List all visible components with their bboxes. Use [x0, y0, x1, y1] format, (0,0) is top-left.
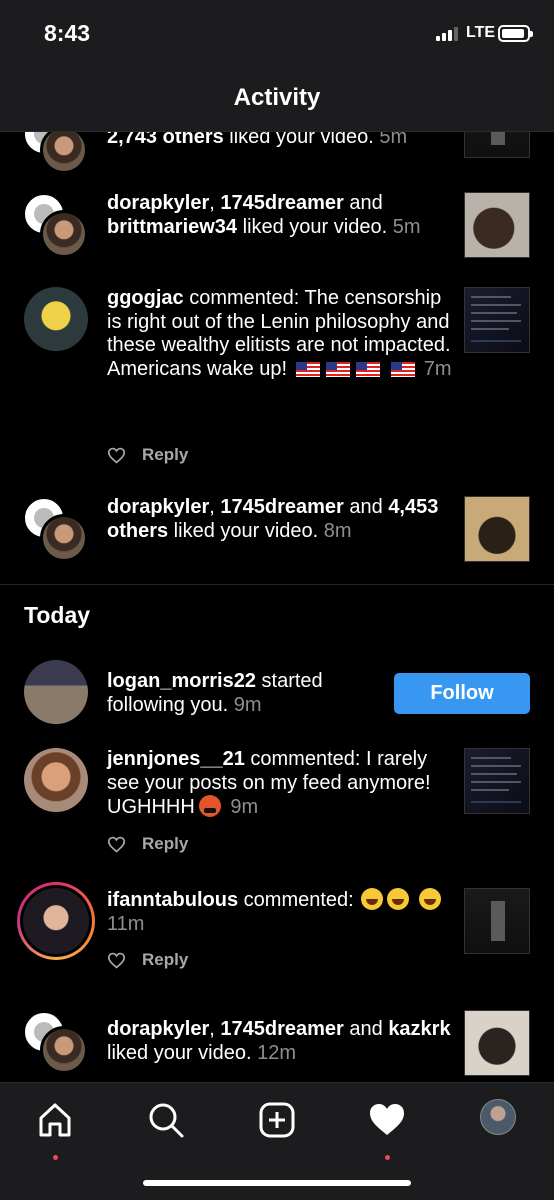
activity-text: ifanntabulous commented: 11m: [107, 888, 452, 936]
story-ring-avatar[interactable]: [17, 882, 95, 960]
reply-row[interactable]: Reply: [107, 445, 188, 465]
network-label: LTE: [466, 24, 496, 41]
notification-dot: [53, 1155, 58, 1160]
username-link[interactable]: 1745dreamer: [220, 1018, 343, 1040]
timestamp: 5m: [392, 215, 421, 238]
post-thumbnail[interactable]: [464, 748, 530, 814]
username-link[interactable]: ggogjac: [107, 287, 184, 309]
angry-face-emoji-icon: [198, 795, 221, 817]
us-flag-icon: [295, 361, 320, 377]
activity-text: jennjones__21 commented: I rarely see yo…: [107, 748, 431, 818]
follow-button[interactable]: Follow: [394, 673, 530, 714]
activity-heart-icon: [370, 1104, 404, 1135]
username-link[interactable]: 1745dreamer: [220, 192, 343, 214]
activity-text: logan_morris22 started following you. 9m: [107, 670, 323, 716]
like-heart-icon[interactable]: [107, 952, 126, 969]
username-link[interactable]: logan_morris22: [107, 670, 256, 692]
activity-text: dorapkyler, 1745dreamer and brittmariew3…: [107, 192, 421, 238]
username-link[interactable]: kazkrk: [388, 1018, 450, 1040]
status-time: 8:43: [44, 20, 91, 46]
timestamp: 11m: [107, 912, 145, 935]
home-icon: [39, 1103, 71, 1137]
battery-icon: [498, 25, 533, 42]
laughing-emoji-icon: [418, 888, 441, 910]
home-indicator: [143, 1180, 411, 1186]
reply-row[interactable]: Reply: [107, 834, 188, 854]
tab-search[interactable]: [145, 1099, 187, 1141]
activity-text: ifanntabulous 2,743 others liked your vi…: [107, 132, 452, 149]
avatar: [23, 888, 89, 954]
post-thumbnail[interactable]: [464, 287, 530, 353]
post-thumbnail[interactable]: [464, 1010, 530, 1076]
notification-dot: [385, 1155, 390, 1160]
avatar[interactable]: [24, 748, 88, 812]
profile-avatar[interactable]: [480, 1099, 516, 1135]
like-heart-icon[interactable]: [107, 836, 126, 853]
username-link[interactable]: 1745dreamer: [220, 496, 343, 518]
activity-text: dorapkyler, 1745dreamer and 4,453 others…: [107, 496, 439, 542]
username-link[interactable]: dorapkyler: [107, 496, 209, 518]
timestamp: 7m: [423, 357, 452, 380]
us-flag-icon: [391, 361, 416, 377]
username-link[interactable]: dorapkyler: [107, 192, 209, 214]
timestamp: 5m: [379, 132, 408, 148]
avatar[interactable]: [40, 1026, 88, 1074]
reply-row[interactable]: Reply: [107, 950, 188, 970]
us-flag-icon: [355, 361, 380, 377]
avatar[interactable]: [40, 514, 88, 562]
username-link[interactable]: ifanntabulous: [107, 889, 238, 911]
tab-new-post[interactable]: [256, 1099, 298, 1141]
timestamp: 9m: [233, 693, 262, 716]
activity-text: ggogjac commented: The censorship is rig…: [107, 287, 452, 380]
post-thumbnail[interactable]: [464, 496, 530, 562]
signal-icon: [436, 27, 458, 41]
timestamp: 12m: [257, 1041, 296, 1064]
username-link[interactable]: dorapkyler: [107, 1018, 209, 1040]
avatar[interactable]: [24, 287, 88, 351]
laughing-emoji-icon: [387, 888, 410, 910]
page-title: Activity: [233, 84, 321, 111]
reply-button[interactable]: Reply: [142, 834, 188, 854]
timestamp: 8m: [323, 519, 352, 542]
nav-header: Activity: [0, 66, 554, 132]
reply-button[interactable]: Reply: [142, 950, 188, 970]
username-link[interactable]: brittmariew34: [107, 216, 237, 238]
others-link[interactable]: 2,743 others: [107, 132, 224, 148]
activity-text: dorapkyler, 1745dreamer and kazkrk liked…: [107, 1018, 451, 1064]
tab-home[interactable]: [34, 1099, 76, 1160]
username-link[interactable]: jennjones__21: [107, 748, 245, 770]
reply-button[interactable]: Reply: [142, 445, 188, 465]
post-thumbnail[interactable]: [464, 888, 530, 954]
timestamp: 9m: [230, 796, 259, 818]
tab-activity[interactable]: [366, 1099, 408, 1160]
post-thumbnail[interactable]: [464, 192, 530, 258]
like-heart-icon[interactable]: [107, 447, 126, 464]
post-thumbnail[interactable]: [464, 132, 530, 158]
section-divider: [0, 584, 554, 585]
status-bar: 8:43 LTE: [0, 0, 554, 66]
us-flag-icon: [325, 361, 350, 377]
new-post-icon: [259, 1102, 295, 1138]
avatar[interactable]: [40, 132, 88, 174]
activity-feed[interactable]: ifanntabulous 2,743 others liked your vi…: [0, 132, 554, 1082]
avatar[interactable]: [24, 660, 88, 724]
laughing-emoji-icon: [361, 888, 384, 910]
avatar[interactable]: [40, 210, 88, 258]
section-title: Today: [24, 602, 91, 628]
search-icon: [149, 1103, 184, 1138]
